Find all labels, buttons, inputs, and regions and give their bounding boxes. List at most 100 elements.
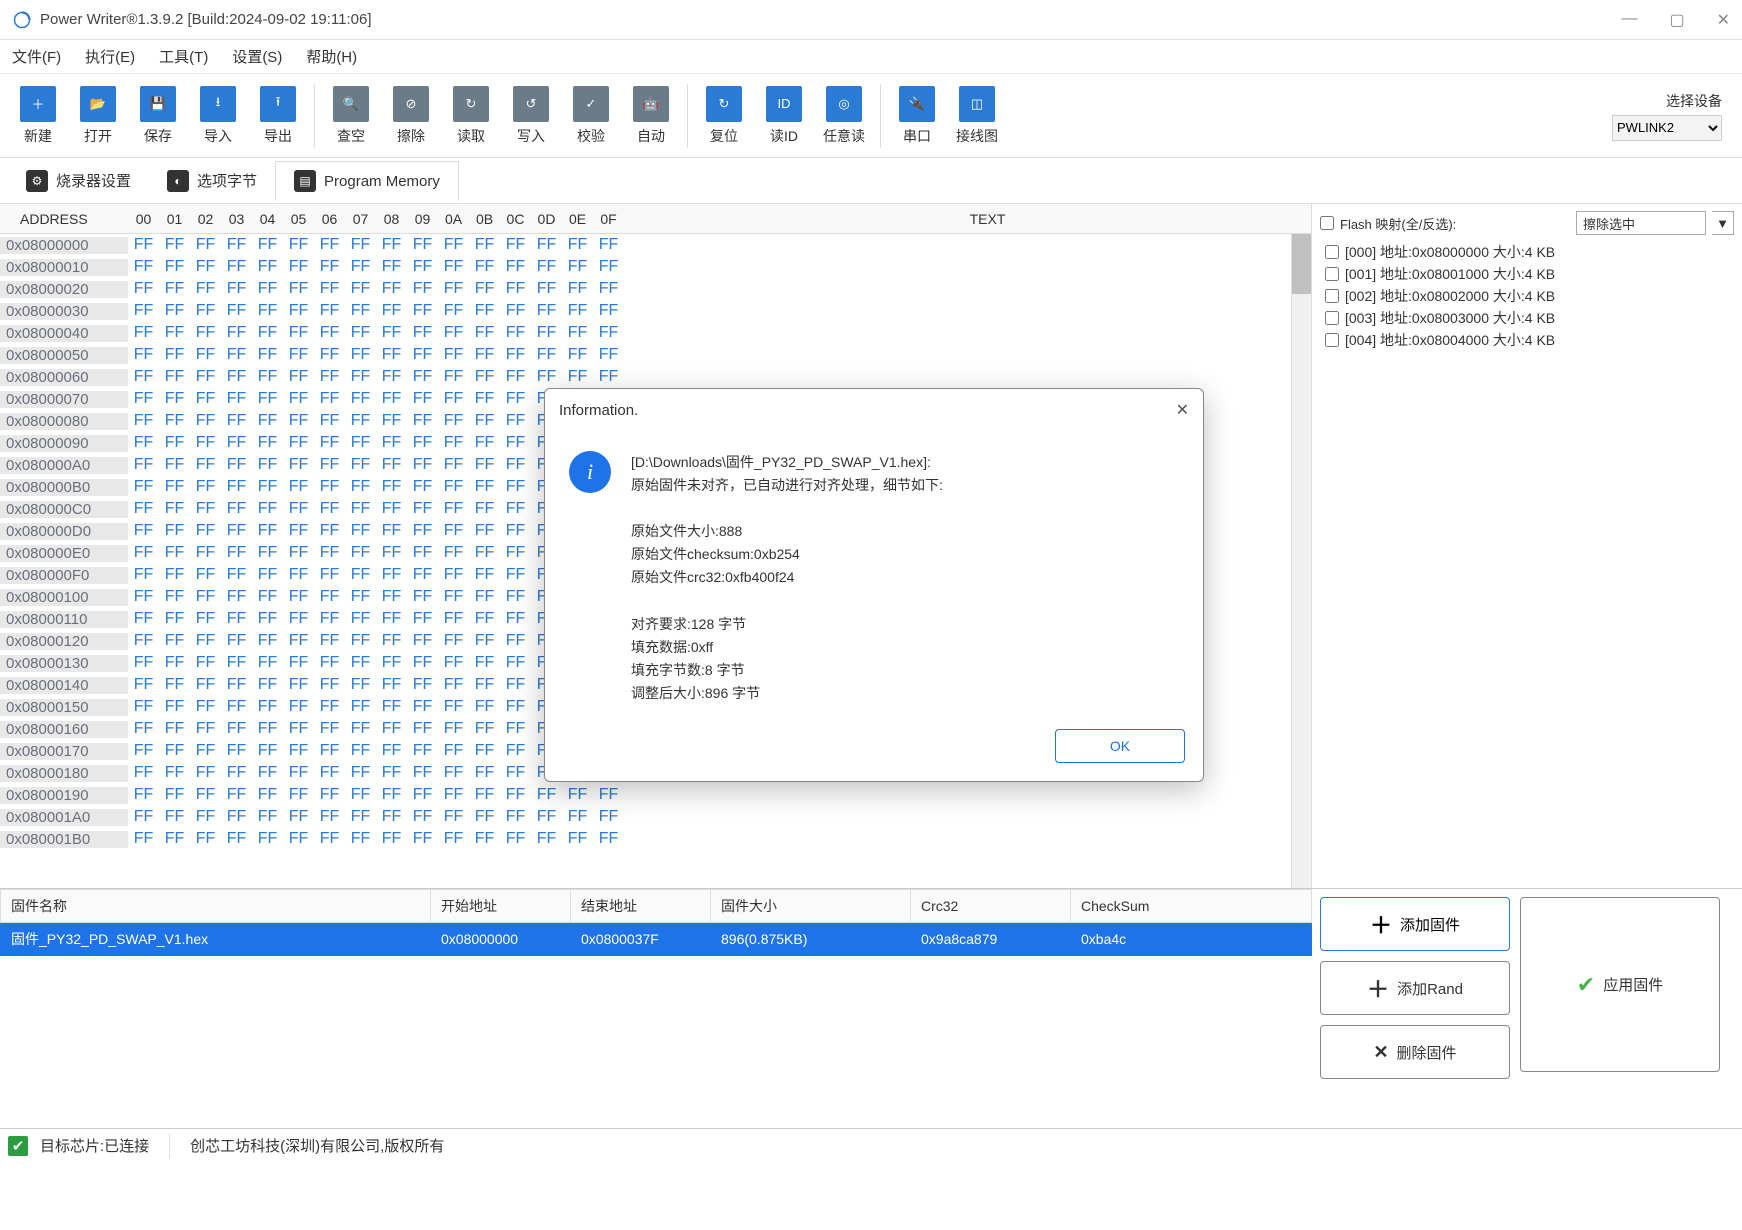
hex-byte[interactable]: FF [469,478,500,496]
hex-byte[interactable]: FF [314,522,345,540]
flash-item[interactable]: [000] 地址:0x08000000 大小:4 KB [1321,241,1733,263]
reset-button[interactable]: ↻复位 [694,82,754,150]
erase-button[interactable]: ⊘擦除 [381,82,441,150]
hex-byte[interactable]: FF [500,522,531,540]
hex-byte[interactable]: FF [252,500,283,518]
hex-byte[interactable]: FF [531,280,562,298]
hex-byte[interactable]: FF [531,786,562,804]
col-name[interactable]: 固件名称 [1,890,431,923]
hex-byte[interactable]: FF [128,412,159,430]
hex-byte[interactable]: FF [438,698,469,716]
hex-byte[interactable]: FF [438,434,469,452]
hex-byte[interactable]: FF [438,456,469,474]
hex-byte[interactable]: FF [500,346,531,364]
flash-action-dropdown[interactable]: 擦除选中 [1576,211,1706,235]
hex-byte[interactable]: FF [314,698,345,716]
hex-byte[interactable]: FF [190,588,221,606]
hex-byte[interactable]: FF [469,566,500,584]
hex-byte[interactable]: FF [190,676,221,694]
hex-byte[interactable]: FF [252,236,283,254]
hex-byte[interactable]: FF [221,654,252,672]
hex-byte[interactable]: FF [438,632,469,650]
hex-byte[interactable]: FF [469,258,500,276]
wiring-button[interactable]: ◫接线图 [947,82,1007,150]
hex-byte[interactable]: FF [500,764,531,782]
hex-byte[interactable]: FF [500,302,531,320]
hex-byte[interactable]: FF [376,808,407,826]
hex-byte[interactable]: FF [190,830,221,848]
device-select[interactable]: PWLINK2 [1612,115,1722,141]
hex-byte[interactable]: FF [407,390,438,408]
hex-byte[interactable]: FF [469,720,500,738]
hex-byte[interactable]: FF [221,522,252,540]
hex-byte[interactable]: FF [438,412,469,430]
hex-byte[interactable]: FF [283,830,314,848]
hex-byte[interactable]: FF [345,742,376,760]
hex-byte[interactable]: FF [190,346,221,364]
hex-byte[interactable]: FF [345,368,376,386]
hex-byte[interactable]: FF [128,632,159,650]
hex-byte[interactable]: FF [283,258,314,276]
col-end[interactable]: 结束地址 [571,890,711,923]
hex-byte[interactable]: FF [283,654,314,672]
minimize-icon[interactable]: — [1621,10,1637,30]
hex-byte[interactable]: FF [376,588,407,606]
hex-byte[interactable]: FF [128,346,159,364]
hex-byte[interactable]: FF [128,588,159,606]
hex-byte[interactable]: FF [531,808,562,826]
hex-byte[interactable]: FF [314,500,345,518]
hex-byte[interactable]: FF [438,742,469,760]
hex-byte[interactable]: FF [500,830,531,848]
hex-byte[interactable]: FF [128,324,159,342]
maximize-icon[interactable]: ▢ [1669,10,1684,30]
hex-byte[interactable]: FF [531,302,562,320]
hex-byte[interactable]: FF [314,390,345,408]
hex-byte[interactable]: FF [376,610,407,628]
hex-byte[interactable]: FF [283,698,314,716]
hex-byte[interactable]: FF [562,258,593,276]
hex-byte[interactable]: FF [314,412,345,430]
apply-firmware-button[interactable]: ✔应用固件 [1520,897,1720,1072]
flash-select-all-checkbox[interactable] [1320,216,1334,230]
hex-byte[interactable]: FF [190,236,221,254]
hex-byte[interactable]: FF [283,676,314,694]
flash-item-checkbox[interactable] [1325,245,1339,259]
hex-byte[interactable]: FF [407,412,438,430]
hex-byte[interactable]: FF [128,302,159,320]
hex-byte[interactable]: FF [159,764,190,782]
hex-byte[interactable]: FF [407,610,438,628]
hex-byte[interactable]: FF [345,456,376,474]
dialog-close-icon[interactable]: ✕ [1176,400,1189,420]
hex-byte[interactable]: FF [221,236,252,254]
hex-byte[interactable]: FF [407,434,438,452]
hex-byte[interactable]: FF [252,346,283,364]
hex-byte[interactable]: FF [252,764,283,782]
hex-byte[interactable]: FF [376,456,407,474]
hex-byte[interactable]: FF [283,522,314,540]
hex-byte[interactable]: FF [128,742,159,760]
hex-byte[interactable]: FF [283,280,314,298]
hex-byte[interactable]: FF [159,500,190,518]
hex-byte[interactable]: FF [438,236,469,254]
hex-byte[interactable]: FF [407,764,438,782]
hex-byte[interactable]: FF [283,302,314,320]
hex-byte[interactable]: FF [252,786,283,804]
hex-byte[interactable]: FF [562,324,593,342]
hex-byte[interactable]: FF [283,324,314,342]
hex-byte[interactable]: FF [438,522,469,540]
hex-byte[interactable]: FF [438,258,469,276]
hex-byte[interactable]: FF [469,632,500,650]
hex-byte[interactable]: FF [376,434,407,452]
hex-byte[interactable]: FF [314,544,345,562]
hex-byte[interactable]: FF [252,654,283,672]
hex-byte[interactable]: FF [593,324,624,342]
flash-item-checkbox[interactable] [1325,333,1339,347]
hex-byte[interactable]: FF [376,390,407,408]
hex-byte[interactable]: FF [345,236,376,254]
hex-byte[interactable]: FF [252,412,283,430]
hex-byte[interactable]: FF [469,280,500,298]
hex-byte[interactable]: FF [593,280,624,298]
flash-item[interactable]: [003] 地址:0x08003000 大小:4 KB [1321,307,1733,329]
hex-byte[interactable]: FF [407,632,438,650]
tab-program-memory[interactable]: ▤Program Memory [275,161,459,201]
